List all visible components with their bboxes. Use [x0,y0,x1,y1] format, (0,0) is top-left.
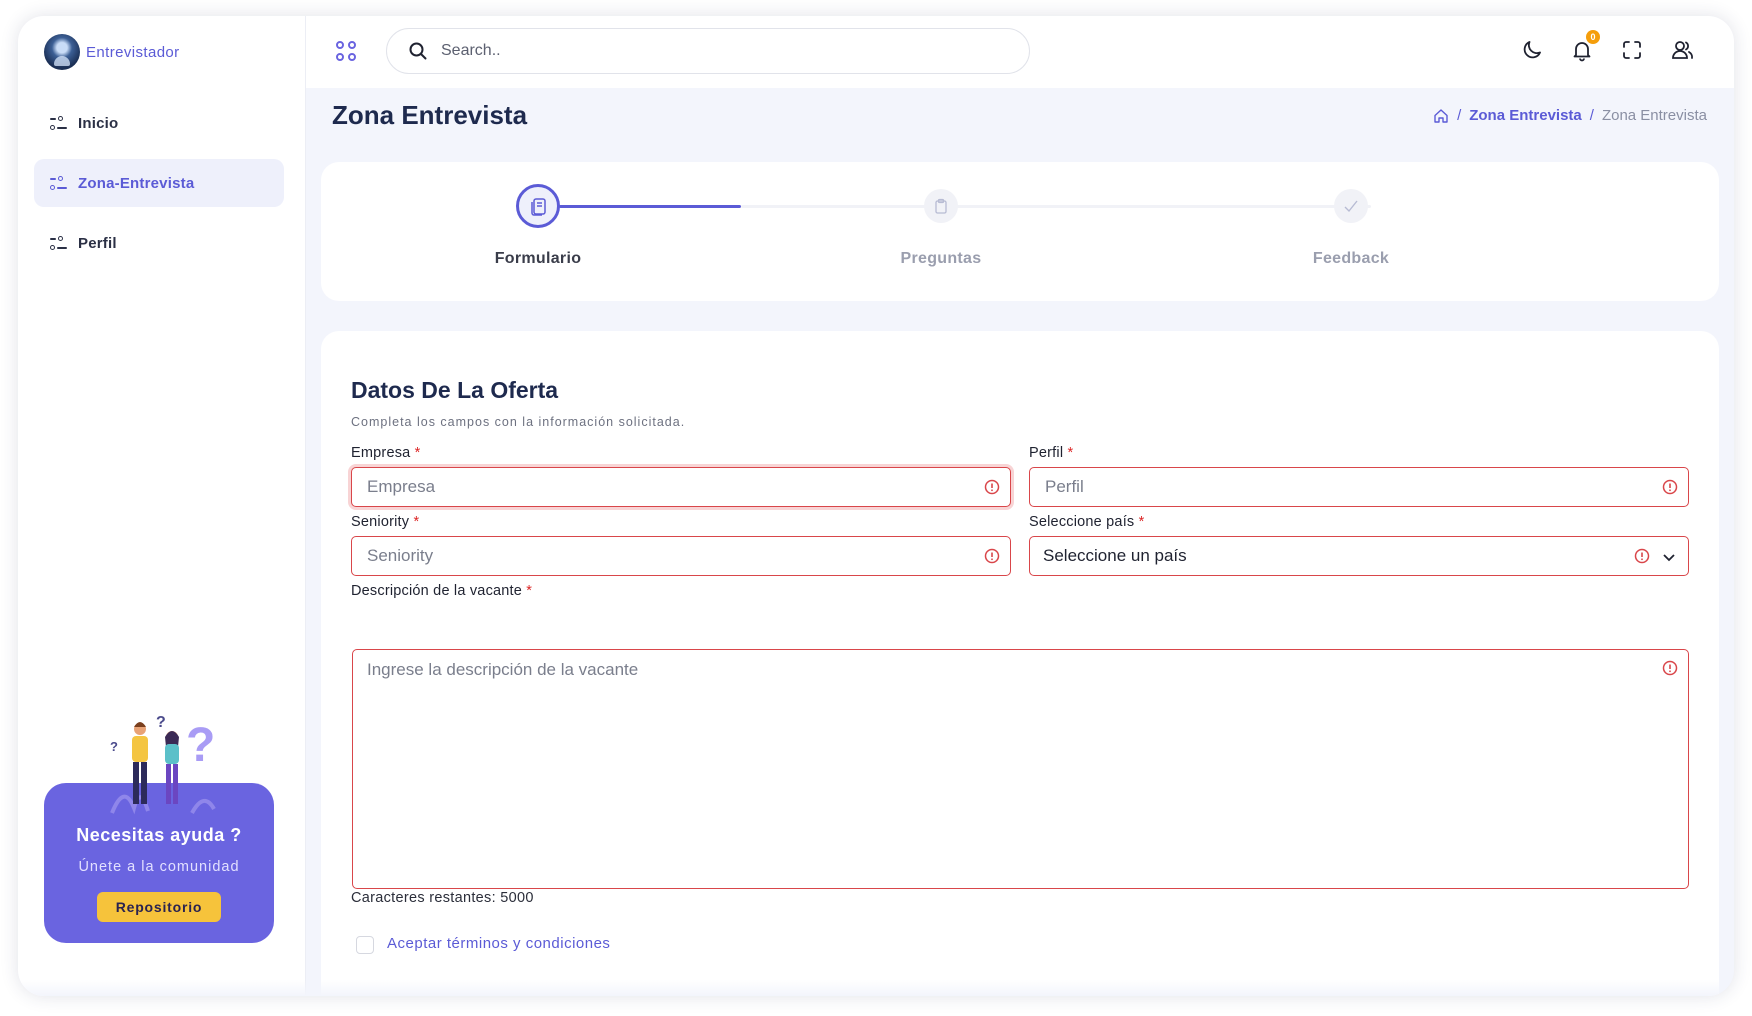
svg-text:?: ? [110,739,118,754]
repositorio-button[interactable]: Repositorio [97,892,221,922]
sliders-icon [50,176,68,190]
sliders-icon [50,236,68,250]
form-title: Datos De La Oferta [351,377,559,403]
empresa-label: Empresa * [351,445,421,461]
step-line [967,205,1371,208]
stepper-card: Formulario Preguntas Feedback [321,162,1719,301]
apps-grid-icon[interactable] [336,41,358,63]
breadcrumb-link[interactable]: Zona Entrevista [1469,107,1582,124]
breadcrumb-current: Zona Entrevista [1601,107,1707,124]
sidebar-item-zona-entrevista[interactable]: Zona-Entrevista [34,159,284,207]
sidebar-item-perfil[interactable]: Perfil [34,219,284,267]
breadcrumb-separator: / [1589,107,1594,124]
users-profile-icon[interactable] [1670,38,1694,62]
help-illustration: ? ? ? [110,714,216,815]
app-name: Entrevistador [86,43,180,61]
fullscreen-icon[interactable] [1620,38,1644,62]
documents-icon [531,198,546,216]
sidebar-item-inicio[interactable]: Inicio [34,99,284,147]
step-formulario[interactable] [516,184,560,228]
breadcrumb: / Zona Entrevista / Zona Entrevista [1433,107,1707,124]
sliders-icon [50,116,68,130]
offer-form-card: Datos De La Oferta Completa los campos c… [321,331,1719,996]
step-preguntas[interactable] [924,189,958,223]
robot-logo-icon [44,34,80,70]
sidebar-item-label: Zona-Entrevista [78,174,195,192]
topbar-actions: 0 [1520,30,1694,62]
step-label-formulario: Formulario [494,250,582,267]
step-label-preguntas: Preguntas [900,250,982,267]
form-subtitle: Completa los campos con la información s… [351,415,686,429]
error-alert-icon [984,548,1000,564]
sidebar-item-label: Perfil [78,234,117,252]
search-icon [409,42,427,60]
sidebar-nav: Inicio Zona-Entrevista Perfil [34,99,284,279]
help-card: ? ? ? Necesitas ayuda ? Únete a la comun… [44,714,274,943]
pais-label: Seleccione país * [1029,514,1145,530]
step-label-feedback: Feedback [1312,250,1390,267]
topbar: 0 [306,16,1734,88]
check-icon [1344,200,1358,213]
seniority-input[interactable] [365,545,918,567]
clipboard-icon [935,198,947,214]
perfil-input[interactable] [1043,476,1596,498]
help-title: Necesitas ayuda ? [76,825,242,845]
svg-text:?: ? [186,719,215,772]
notification-badge: 0 [1586,30,1600,44]
page-title: Zona Entrevista [332,100,528,130]
search-input[interactable] [439,41,1003,61]
error-alert-icon [1634,548,1650,564]
chevron-down-icon [1663,554,1675,562]
chars-remaining: Caracteres restantes: 5000 [351,890,534,906]
step-feedback[interactable] [1334,189,1368,223]
home-icon[interactable] [1433,108,1449,124]
perfil-label: Perfil * [1029,445,1074,461]
step-progress-line [559,205,741,208]
descripcion-textarea[interactable] [365,658,1649,862]
sidebar-item-label: Inicio [78,114,119,132]
descripcion-field[interactable] [352,649,1689,889]
empresa-input[interactable] [365,476,918,498]
sidebar: Entrevistador Inicio Zona-Entrevista Per… [18,16,306,996]
app-logo[interactable]: Entrevistador [44,34,180,70]
svg-text:?: ? [156,714,166,731]
empresa-field[interactable] [351,467,1011,507]
seniority-field[interactable] [351,536,1011,576]
error-alert-icon [984,479,1000,495]
error-alert-icon [1662,479,1678,495]
bottom-fade [18,980,1734,996]
seniority-label: Seniority * [351,514,420,530]
pais-select[interactable]: Seleccione un país [1029,536,1689,576]
dark-mode-moon-icon[interactable] [1520,38,1544,62]
perfil-field[interactable] [1029,467,1689,507]
terms-checkbox[interactable] [356,936,374,954]
error-alert-icon [1662,660,1678,676]
breadcrumb-separator: / [1457,107,1462,124]
notification-bell-icon[interactable]: 0 [1570,30,1600,62]
terms-link[interactable]: Aceptar términos y condiciones [387,935,610,952]
help-subtitle: Únete a la comunidad [78,859,240,875]
pais-select-value: Seleccione un país [1043,546,1187,565]
descripcion-label: Descripción de la vacante * [351,583,533,599]
app-window: Entrevistador Inicio Zona-Entrevista Per… [18,16,1734,996]
search-bar[interactable] [386,28,1030,74]
